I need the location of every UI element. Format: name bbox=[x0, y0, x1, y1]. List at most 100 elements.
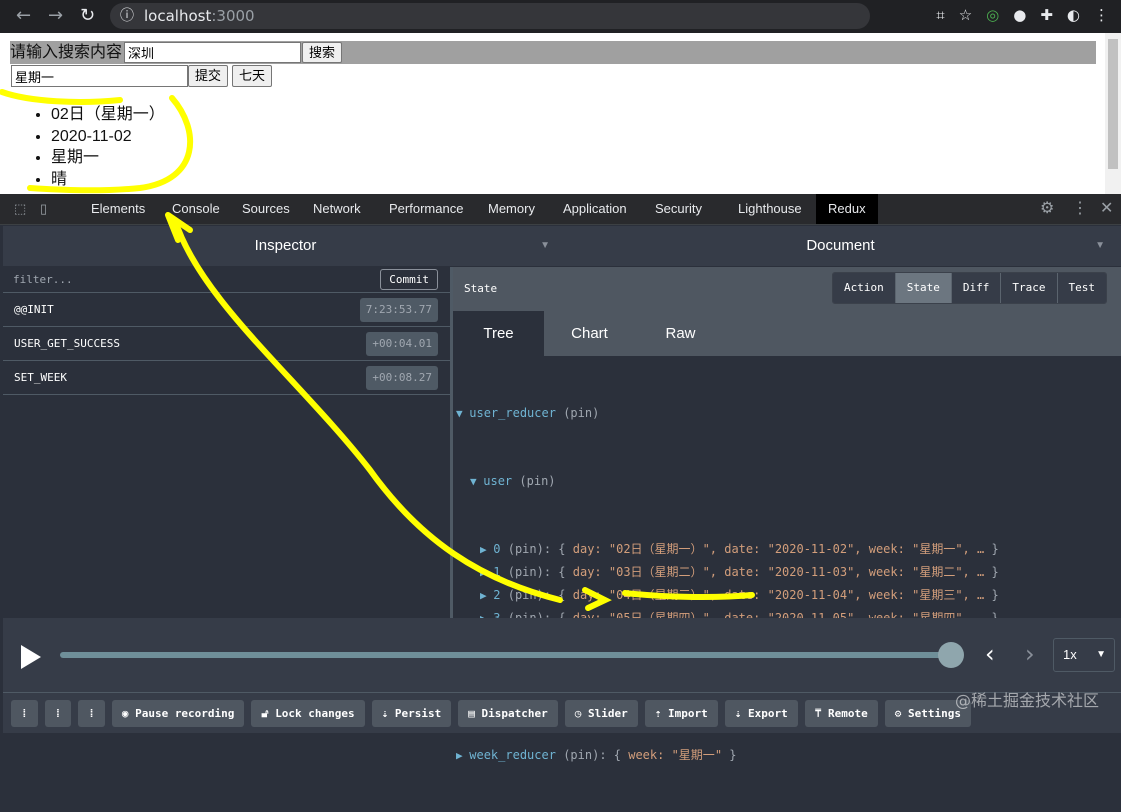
reload-icon[interactable]: ↻ bbox=[80, 5, 95, 26]
export-button[interactable]: ⇣ Export bbox=[724, 700, 798, 727]
tab-lighthouse[interactable]: Lighthouse bbox=[728, 194, 812, 224]
week-value: 星期三 bbox=[919, 588, 956, 603]
puzzle-icon[interactable]: ✚ bbox=[1040, 6, 1053, 24]
node-key: user_reducer bbox=[469, 406, 556, 421]
device-icon[interactable]: ▯ bbox=[30, 194, 57, 224]
speed-select[interactable]: 1x ▼ bbox=[1053, 638, 1115, 672]
segment-state[interactable]: State bbox=[894, 273, 951, 303]
segment-test[interactable]: Test bbox=[1056, 273, 1106, 303]
state-tree: ▼ user_reducer (pin) ▼ user (pin) ▶ 0 (p… bbox=[453, 356, 1121, 812]
tab-redux[interactable]: Redux bbox=[816, 194, 878, 224]
play-icon[interactable] bbox=[21, 645, 41, 669]
node-key: 1 bbox=[493, 564, 501, 579]
chevron-down-icon: ▼ bbox=[1096, 649, 1106, 660]
segment-diff[interactable]: Diff bbox=[950, 273, 1001, 303]
tab-memory[interactable]: Memory bbox=[478, 194, 545, 224]
search-input[interactable] bbox=[124, 42, 301, 63]
star-icon[interactable]: ☆ bbox=[959, 6, 972, 24]
address-bar[interactable]: ⓘ localhost:3000 bbox=[110, 3, 870, 29]
list-item: 02日（星期一） bbox=[51, 104, 165, 126]
date-value: 2020-11-03 bbox=[774, 564, 848, 579]
pin-label: (pin) bbox=[563, 748, 600, 763]
day-value: 04日（星期三） bbox=[616, 588, 703, 603]
tab-sources[interactable]: Sources bbox=[232, 194, 300, 224]
tree-node-user[interactable]: ▼ user (pin) bbox=[456, 470, 1121, 493]
extension-icon[interactable]: ◎ bbox=[986, 6, 999, 24]
lock-changes-button[interactable]: 🔓︎ Lock changes bbox=[251, 700, 365, 727]
slider-track[interactable] bbox=[60, 652, 953, 658]
profile-icon[interactable]: ● bbox=[1013, 6, 1026, 24]
submit-button[interactable]: 提交 bbox=[188, 65, 229, 87]
upload-icon: ⇡ bbox=[654, 707, 669, 720]
import-button[interactable]: ⇡ Import bbox=[644, 700, 718, 727]
view-segments: Action State Diff Trace Test bbox=[832, 272, 1107, 304]
action-time: 7:23:53.77 bbox=[359, 298, 438, 322]
tab-raw[interactable]: Raw bbox=[635, 311, 726, 356]
slider-button[interactable]: ◷ Slider bbox=[564, 700, 638, 727]
button-label: Pause recording bbox=[135, 707, 235, 720]
tree-node-user-reducer[interactable]: ▼ user_reducer (pin) bbox=[456, 402, 1121, 425]
next-icon[interactable]: › bbox=[1025, 640, 1035, 668]
tab-elements[interactable]: Elements bbox=[81, 194, 155, 224]
dock-right-button[interactable]: ⁞ bbox=[44, 700, 72, 727]
tab-performance[interactable]: Performance bbox=[379, 194, 473, 224]
dock-bottom-button[interactable]: ⁞ bbox=[78, 700, 105, 727]
tab-tree[interactable]: Tree bbox=[453, 311, 544, 356]
dispatcher-button[interactable]: ▤ Dispatcher bbox=[458, 700, 558, 727]
tree-node-week-reducer[interactable]: ▶ week_reducer (pin): { week: "星期一" } bbox=[456, 744, 1121, 767]
page-scrollbar[interactable] bbox=[1105, 33, 1121, 194]
filter-placeholder: filter... bbox=[13, 273, 73, 286]
tab-network[interactable]: Network bbox=[303, 194, 371, 224]
dock-left-button[interactable]: ⁞ bbox=[11, 700, 38, 727]
expanded-arrow-icon: ▼ bbox=[470, 475, 484, 489]
tree-node-item[interactable]: ▶ 2 (pin): { day: "04日（星期三）", date: "202… bbox=[456, 584, 1121, 607]
search-button[interactable]: 搜索 bbox=[302, 42, 343, 63]
menu-icon[interactable]: ⋮ bbox=[1094, 6, 1109, 24]
tab-security[interactable]: Security bbox=[645, 194, 712, 224]
avatar[interactable]: ◐ bbox=[1067, 6, 1080, 24]
download-icon: ⇣ bbox=[734, 707, 749, 720]
tab-chart[interactable]: Chart bbox=[544, 311, 635, 356]
previous-icon[interactable]: ‹ bbox=[985, 640, 995, 668]
action-item[interactable]: @@INIT 7:23:53.77 bbox=[3, 293, 450, 327]
button-label: Remote bbox=[828, 707, 868, 720]
url-host: localhost bbox=[144, 7, 212, 25]
filter-input[interactable]: filter... Commit bbox=[3, 267, 450, 293]
pause-recording-button[interactable]: ◉ Pause recording bbox=[111, 700, 245, 727]
translate-icon[interactable]: ⌗ bbox=[936, 6, 944, 24]
close-icon[interactable]: ✕ bbox=[1090, 194, 1121, 224]
inspector-selector[interactable]: Inspector ▼ bbox=[3, 226, 560, 266]
action-list: filter... Commit @@INIT 7:23:53.77 USER_G… bbox=[3, 267, 450, 618]
button-label: Persist bbox=[394, 707, 442, 720]
browser-toolbar: ← → ↻ ⓘ localhost:3000 ⌗ ☆ ◎ ● ✚ ◐ ⋮ bbox=[0, 0, 1121, 33]
segment-trace[interactable]: Trace bbox=[1000, 273, 1057, 303]
list-item: 2020-11-02 bbox=[51, 126, 165, 148]
view-tabs: Tree Chart Raw bbox=[453, 311, 1121, 356]
seven-days-button[interactable]: 七天 bbox=[232, 65, 273, 87]
commit-button[interactable]: Commit bbox=[380, 269, 438, 290]
action-item[interactable]: USER_GET_SUCCESS +00:04.01 bbox=[3, 327, 450, 361]
pin-label: (pin) bbox=[507, 541, 544, 556]
gear-icon[interactable]: ⚙ bbox=[1030, 194, 1064, 224]
weather-list: 02日（星期一） 2020-11-02 星期一 晴 bbox=[51, 104, 165, 190]
persist-button[interactable]: ⇣ Persist bbox=[371, 700, 452, 727]
tree-node-item[interactable]: ▶ 0 (pin): { day: "02日（星期一）", date: "202… bbox=[456, 538, 1121, 561]
collapsed-arrow-icon: ▶ bbox=[480, 589, 494, 603]
remote-button[interactable]: ⍑ Remote bbox=[804, 700, 878, 727]
tab-console[interactable]: Console bbox=[162, 194, 230, 224]
tree-node-item[interactable]: ▶ 1 (pin): { day: "03日（星期二）", date: "202… bbox=[456, 561, 1121, 584]
action-item[interactable]: SET_WEEK +00:08.27 bbox=[3, 361, 450, 395]
lock-icon: 🔓︎ bbox=[261, 707, 276, 720]
clock-icon: ◷ bbox=[574, 707, 589, 720]
monitor-selector[interactable]: Document ▼ bbox=[560, 226, 1121, 266]
slider-handle[interactable] bbox=[938, 642, 964, 668]
timeline-slider: ‹ › 1x ▼ bbox=[3, 618, 1121, 692]
back-icon[interactable]: ← bbox=[16, 5, 31, 26]
info-icon[interactable]: ⓘ bbox=[120, 3, 134, 29]
week-input[interactable] bbox=[11, 65, 188, 87]
forward-icon[interactable]: → bbox=[48, 5, 63, 26]
action-name: USER_GET_SUCCESS bbox=[14, 337, 120, 350]
tab-application[interactable]: Application bbox=[553, 194, 637, 224]
node-key: 2 bbox=[493, 588, 501, 603]
segment-action[interactable]: Action bbox=[833, 273, 895, 303]
